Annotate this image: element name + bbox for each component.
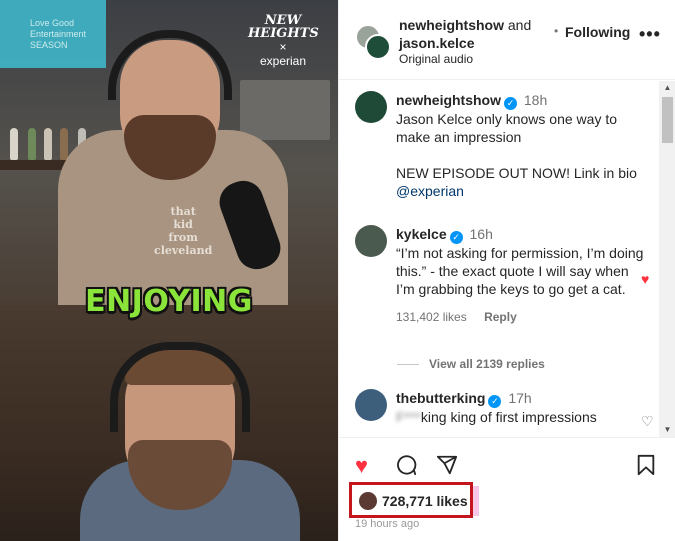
caption-comment: newheightshow ✓ 18h Jason Kelce only know… (355, 91, 645, 211)
username-link[interactable]: kykelce (396, 226, 447, 242)
comment-text: NEW EPISODE OUT NOW! Link in bio (396, 165, 637, 181)
comments-scrollbar[interactable]: ▲ ▼ (659, 81, 675, 437)
separator-dot: • (554, 24, 559, 38)
username-link[interactable]: thebutterking (396, 390, 485, 406)
replies-line (397, 364, 419, 366)
comment-likes[interactable]: 131,402 likes (396, 310, 467, 324)
avatar[interactable] (355, 389, 387, 421)
verified-badge-icon: ✓ (449, 231, 463, 244)
mention-link[interactable]: @experian (396, 182, 646, 200)
verified-badge-icon: ✓ (504, 97, 517, 110)
original-audio-link[interactable]: Original audio (399, 52, 473, 66)
avatar[interactable] (355, 91, 387, 123)
avatar[interactable] (355, 225, 387, 257)
scroll-up-arrow-icon[interactable]: ▲ (659, 81, 675, 95)
post-actions: ♥ 728,771 likes 19 hours ago (339, 437, 675, 541)
comment-item: kykelce ✓ 16h “I’m not asking for permiss… (355, 225, 649, 355)
post-timestamp[interactable]: 19 hours ago (355, 518, 419, 530)
comment-item: thebutterking ✓ 17h F***king king of firs… (355, 389, 654, 437)
username-link[interactable]: newheightshow (396, 92, 501, 108)
comment-like-heart-icon[interactable]: ♥ (641, 271, 649, 287)
timestamp[interactable]: 16h (470, 226, 493, 242)
post-header: newheightshow and jason.kelce Original a… (339, 0, 675, 80)
comments-list[interactable]: newheightshow ✓ 18h Jason Kelce only know… (339, 81, 659, 437)
scrollbar-thumb[interactable] (662, 97, 673, 143)
host-jason (70, 340, 300, 541)
comment-like-heart-icon[interactable]: ♡ (641, 413, 654, 430)
share-icon[interactable] (436, 454, 458, 481)
following-button[interactable]: Following (565, 24, 630, 40)
header-usernames: newheightshow and jason.kelce (399, 16, 531, 52)
more-options-icon[interactable]: ••• (639, 24, 661, 45)
highlight-strip (473, 486, 479, 516)
reply-button[interactable]: Reply (484, 310, 517, 324)
video-top-frame: Love Good Entertainment SEASON NEW HEIGH… (0, 0, 338, 305)
view-replies-button[interactable]: View all 2139 replies (397, 357, 545, 371)
comment-text: F***king king of first impressions (396, 409, 597, 425)
scroll-down-arrow-icon[interactable]: ▼ (659, 423, 675, 437)
video-bottom-frame (0, 305, 338, 541)
hoodie-print: that kid from cleveland (154, 205, 213, 257)
video-caption: ENJOYING (85, 284, 253, 319)
comment-text: “I’m not asking for permission, I’m doin… (396, 245, 644, 297)
comment-meta: 131,402 likes Reply (396, 308, 646, 326)
likes-count-highlight[interactable]: 728,771 likes (349, 482, 473, 518)
blurred-text: F*** (396, 409, 421, 425)
and-text: and (507, 17, 532, 33)
comment-icon[interactable] (395, 454, 417, 481)
timestamp[interactable]: 17h (508, 390, 531, 406)
comment-text: Jason Kelce only knows one way to make a… (396, 111, 618, 145)
bookmark-icon[interactable] (636, 454, 656, 481)
avatar[interactable] (365, 34, 391, 60)
like-heart-icon[interactable]: ♥ (355, 454, 368, 478)
reel-video[interactable]: Love Good Entertainment SEASON NEW HEIGH… (0, 0, 338, 541)
likes-count[interactable]: 728,771 likes (382, 493, 468, 509)
post-panel: newheightshow and jason.kelce Original a… (338, 0, 675, 541)
username-link[interactable]: jason.kelce (399, 35, 475, 51)
collab-avatars[interactable] (355, 24, 391, 60)
username-link[interactable]: newheightshow (399, 17, 504, 33)
timestamp[interactable]: 18h (524, 92, 547, 108)
verified-badge-icon: ✓ (488, 395, 502, 408)
host-travis: that kid from cleveland (58, 30, 288, 305)
avatar (358, 491, 378, 511)
